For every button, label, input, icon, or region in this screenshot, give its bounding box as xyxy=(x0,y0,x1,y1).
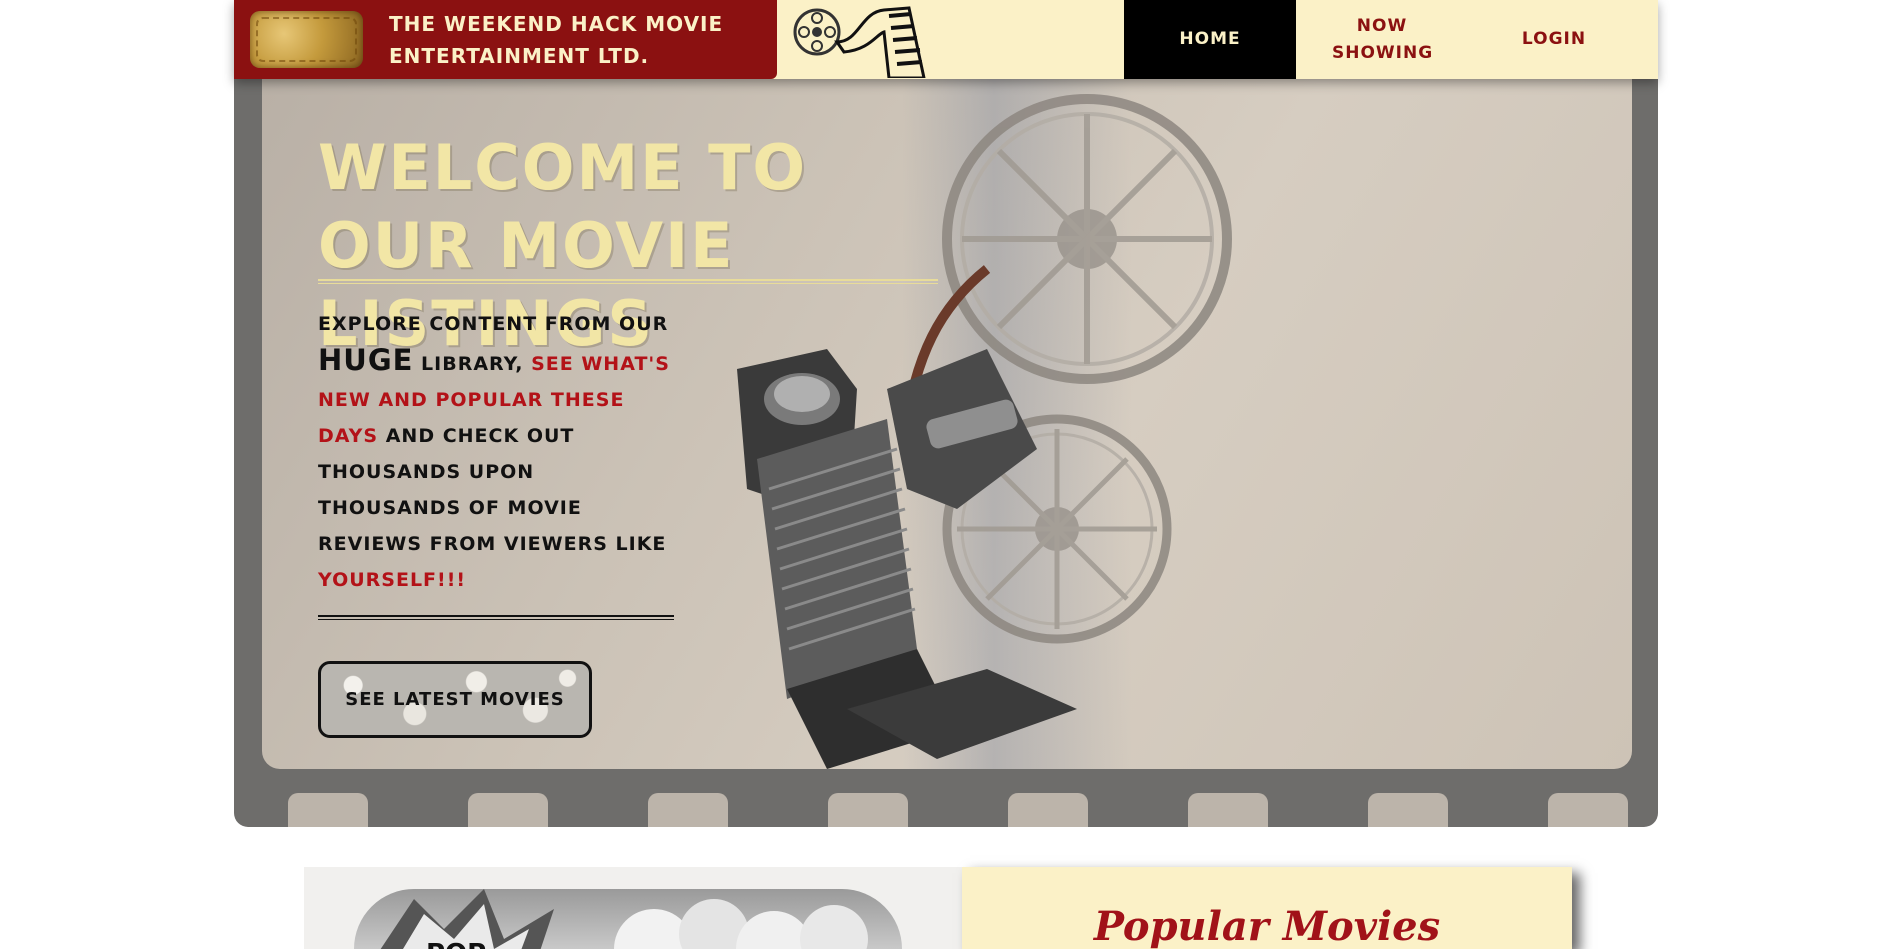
brand-block[interactable]: THE WEEKEND HACK MOVIE ENTERTAINMENT LTD… xyxy=(234,0,777,79)
navbar: THE WEEKEND HACK MOVIE ENTERTAINMENT LTD… xyxy=(234,0,1658,79)
sprocket-hole xyxy=(1008,793,1088,827)
ticket-icon xyxy=(250,11,363,68)
nav-now-showing-label: NOW SHOWING xyxy=(1332,15,1434,63)
promo-image-panel: POP xyxy=(304,867,962,949)
title-divider xyxy=(318,279,938,284)
text-divider xyxy=(318,615,674,620)
popcorn-image: POP xyxy=(354,889,902,949)
hero-description: EXPLORE CONTENT FROM OUR HUGE LIBRARY, S… xyxy=(318,306,678,598)
nav-login[interactable]: LOGIN xyxy=(1468,0,1640,79)
sprocket-hole xyxy=(288,793,368,827)
brand-name: THE WEEKEND HACK MOVIE ENTERTAINMENT LTD… xyxy=(389,12,724,68)
sprocket-hole xyxy=(648,793,728,827)
film-reel-icon xyxy=(793,6,926,78)
hero-text-part1: EXPLORE CONTENT FROM OUR xyxy=(318,313,669,335)
hero-text-part2: LIBRARY, xyxy=(413,353,532,375)
nav-home[interactable]: HOME xyxy=(1124,0,1296,79)
popular-movies-title: Popular Movies xyxy=(1093,903,1441,949)
sprocket-hole xyxy=(1548,793,1628,827)
hero-screen: WELCOME TO OUR MOVIE LISTINGS EXPLORE CO… xyxy=(262,79,1632,769)
hero-text-yourself: YOURSELF!!! xyxy=(318,569,467,591)
sprocket-hole xyxy=(468,793,548,827)
pop-label: POP xyxy=(426,939,486,949)
see-latest-movies-button[interactable]: SEE LATEST MOVIES xyxy=(318,661,592,738)
sprocket-hole xyxy=(1188,793,1268,827)
nav-now-showing[interactable]: NOW SHOWING xyxy=(1296,0,1468,79)
hero-text-huge: HUGE xyxy=(318,343,414,377)
hero-film-frame: WELCOME TO OUR MOVIE LISTINGS EXPLORE CO… xyxy=(234,79,1658,827)
sprocket-hole xyxy=(828,793,908,827)
sprocket-hole xyxy=(1368,793,1448,827)
popular-movies-panel: Popular Movies xyxy=(962,867,1572,949)
